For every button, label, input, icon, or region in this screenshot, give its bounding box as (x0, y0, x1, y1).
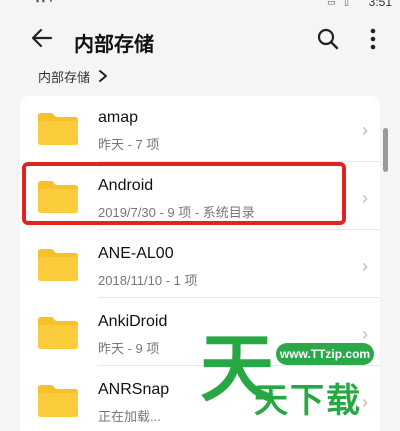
list-item[interactable]: ANE-AL00 2018/11/10 - 1 项 › (20, 232, 380, 298)
file-meta: 2018/11/10 - 1 项 (98, 273, 198, 288)
chevron-right-icon: › (362, 120, 368, 140)
search-icon (317, 28, 339, 50)
chevron-right-icon: › (362, 324, 368, 344)
breadcrumb-item[interactable]: 内部存储 (38, 67, 90, 86)
chevron-right-icon: › (362, 188, 368, 208)
folder-icon (38, 113, 78, 145)
chevron-right-icon: › (362, 392, 368, 412)
folder-icon (38, 317, 78, 349)
list-item[interactable]: Android 2019/7/30 - 9 项 - 系统目录 › (20, 164, 380, 230)
divider (98, 297, 380, 298)
folder-icon (38, 249, 78, 281)
file-name: Android (98, 177, 154, 194)
file-name: AnkiDroid (98, 313, 168, 330)
chevron-right-icon (99, 70, 108, 82)
signal-icons: ▪ ▪ ◔ (36, 0, 53, 6)
watermark-url: www.TTzip.com (276, 343, 374, 365)
file-name: ANE-AL00 (98, 245, 174, 262)
back-arrow-icon (31, 28, 53, 48)
file-meta: 昨天 - 7 项 (98, 137, 160, 152)
more-vertical-icon (370, 28, 376, 50)
file-name: ANRSnap (98, 381, 170, 398)
folder-icon (38, 385, 78, 417)
watermark-text: 天下载 (254, 382, 362, 420)
scrollbar[interactable] (383, 128, 388, 172)
status-time: 3:51 (368, 0, 392, 9)
status-bar: ▪ ▪ ◔ ▭ ▯ 3:51 (0, 0, 400, 10)
folder-icon (38, 181, 78, 213)
list-item[interactable]: amap 昨天 - 7 项 › (20, 96, 380, 162)
divider (98, 229, 380, 230)
file-meta: 昨天 - 9 项 (98, 341, 160, 356)
search-button[interactable] (313, 24, 343, 54)
battery-icon: ▭ ▯ (327, 0, 352, 7)
divider (98, 161, 380, 162)
more-options-button[interactable] (360, 24, 386, 54)
toolbar: 内部存储 (0, 14, 400, 62)
breadcrumb[interactable]: 内部存储 (38, 66, 108, 86)
file-meta: 2019/7/30 - 9 项 - 系统目录 (98, 205, 255, 220)
file-meta: 正在加载... (98, 409, 161, 424)
chevron-right-icon: › (362, 256, 368, 276)
file-name: amap (98, 109, 139, 126)
back-button[interactable] (28, 24, 56, 52)
page-title: 内部存储 (74, 34, 154, 56)
